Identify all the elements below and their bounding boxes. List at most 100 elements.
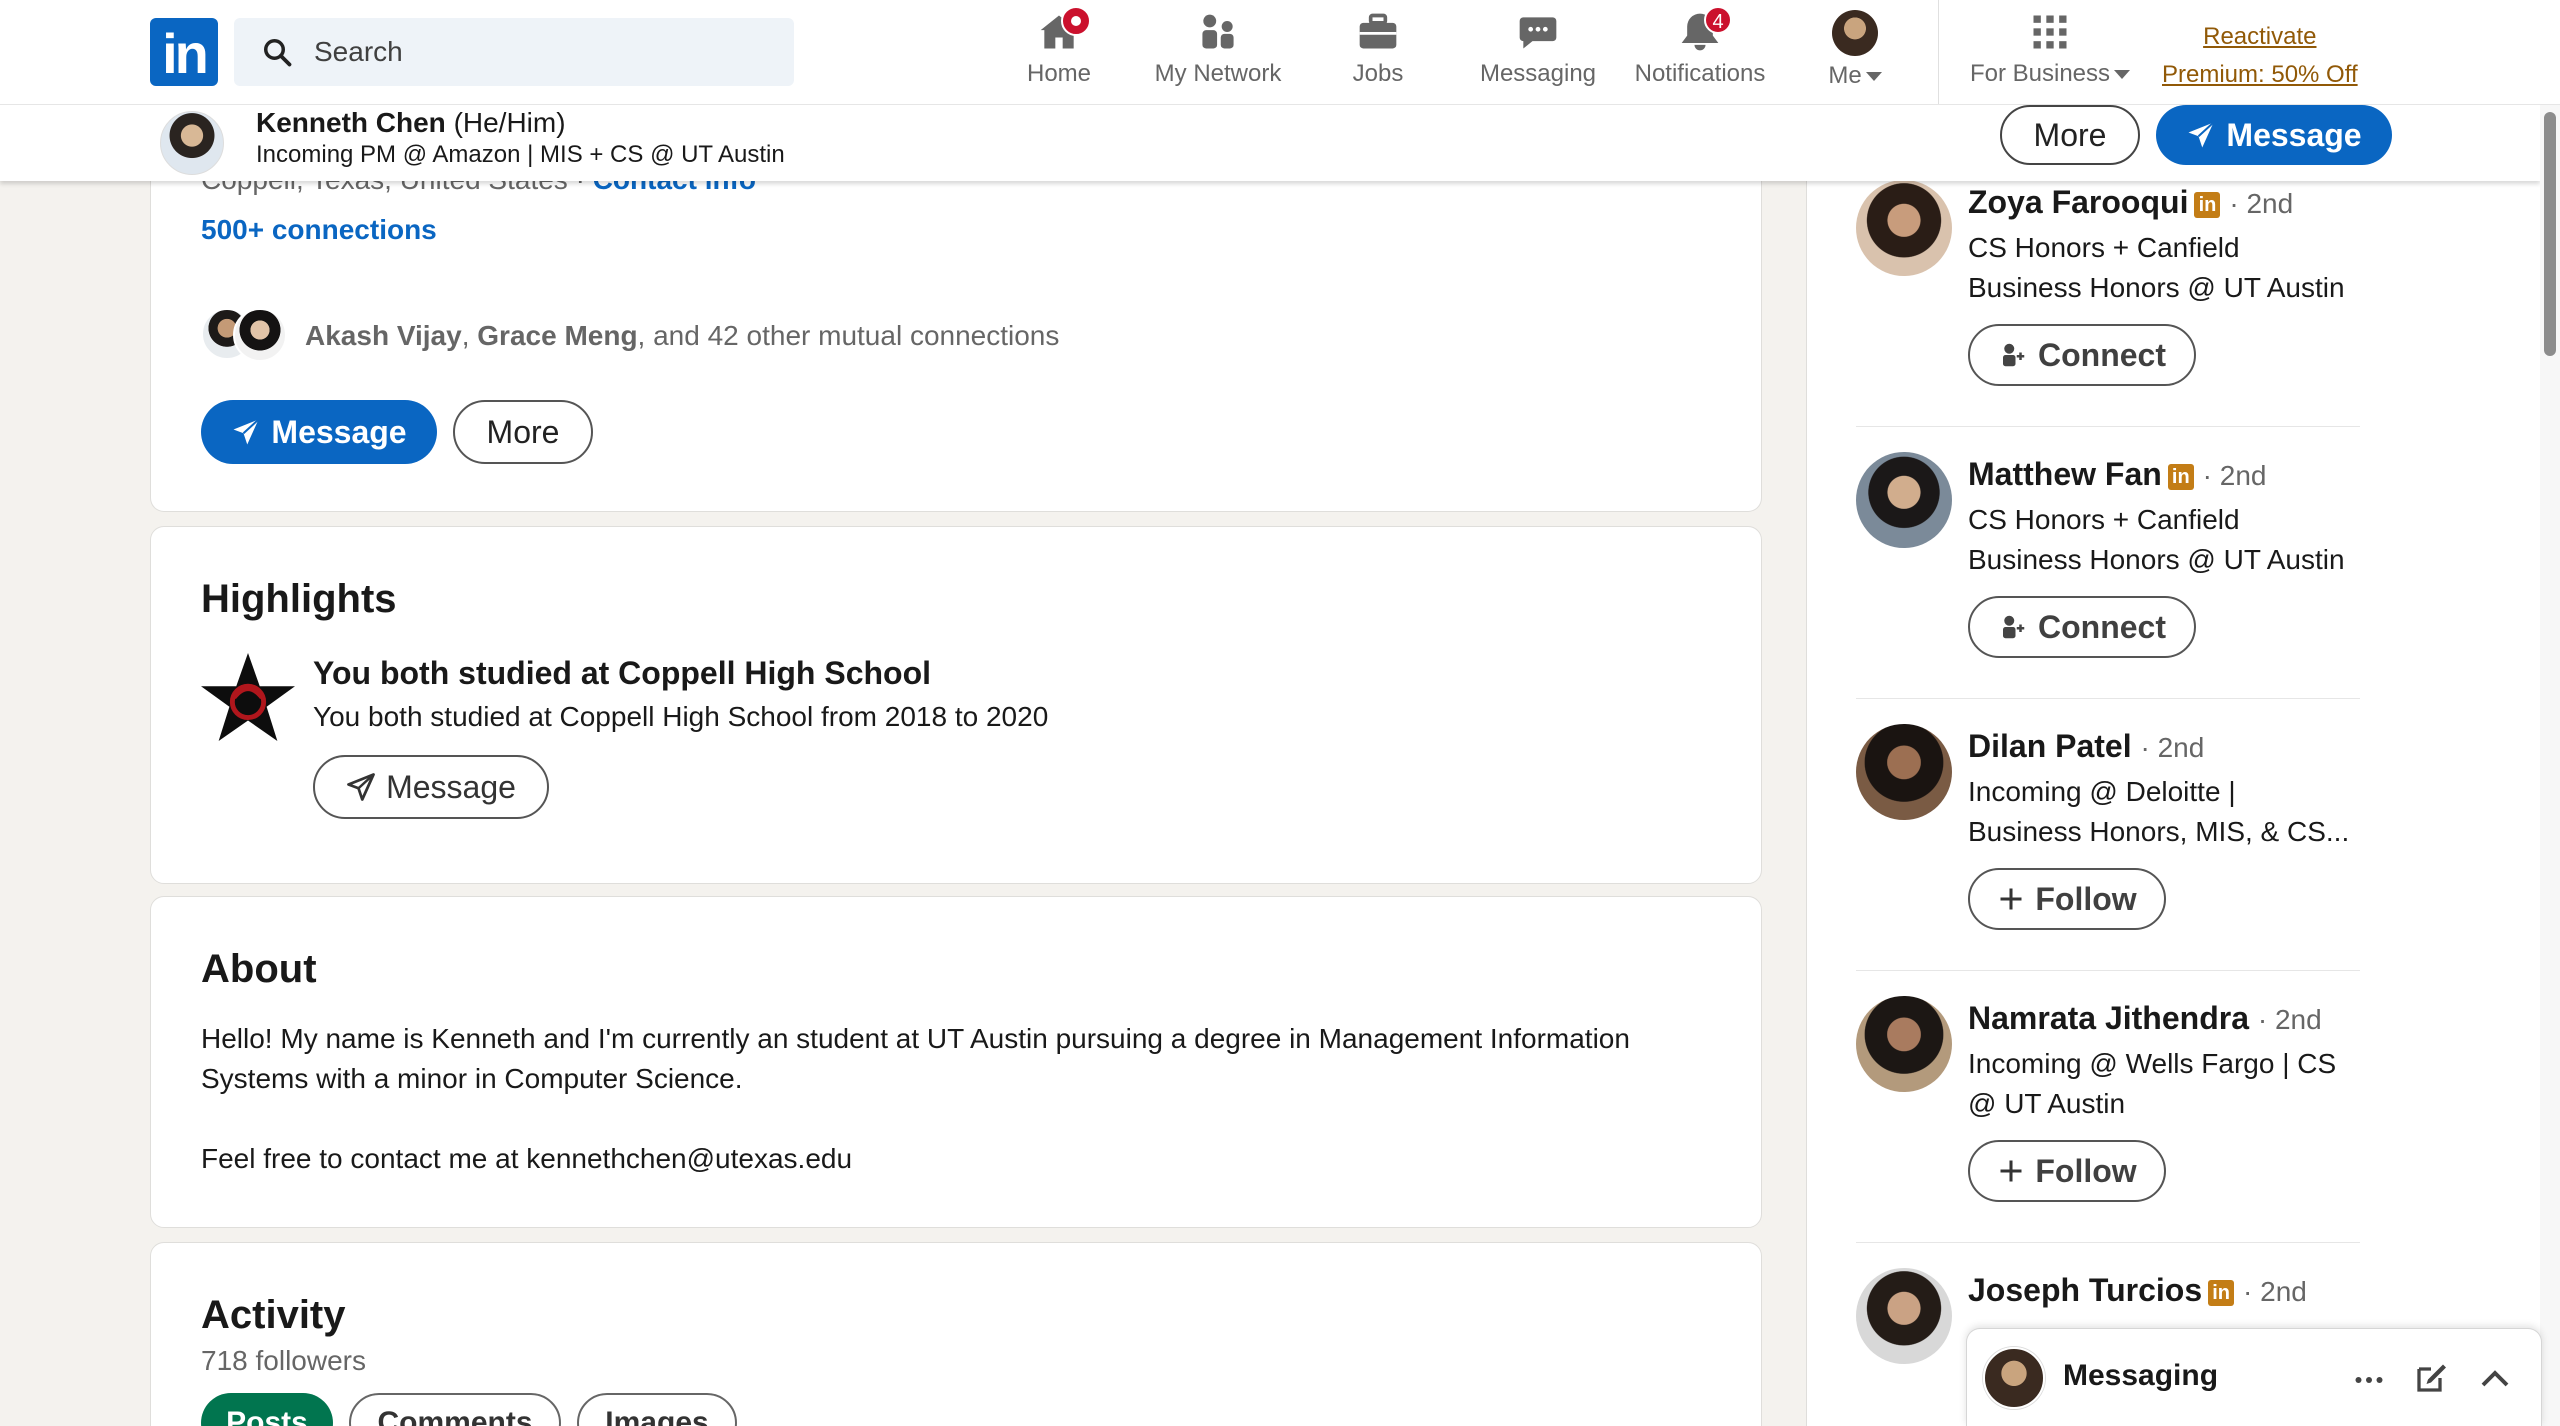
sticky-message-button[interactable]: Message	[2156, 105, 2392, 165]
suggestion-name-1[interactable]: Zoya Farooqui in · 2nd	[1968, 184, 2293, 221]
about-text-line-1: Hello! My name is Kenneth and I'm curren…	[201, 1023, 1630, 1054]
add-person-icon	[2003, 615, 2025, 639]
premium-icon: in	[2194, 192, 2221, 218]
nav-me-label: Me	[1820, 62, 1890, 90]
tab-images[interactable]: Images	[577, 1393, 737, 1426]
linkedin-logo[interactable]: in	[150, 18, 218, 86]
nav-notifications[interactable]: 4 Notifications	[1626, 6, 1774, 96]
suggestion-name-2-text: Matthew Fan	[1968, 456, 2162, 492]
search-placeholder: Search	[314, 36, 403, 67]
connections-link[interactable]: 500+ connections	[201, 214, 437, 246]
suggestion-avatar-1[interactable]	[1856, 180, 1952, 276]
nav-home[interactable]: Home	[1018, 6, 1100, 96]
sticky-more-button[interactable]: More	[2000, 105, 2140, 165]
rail-divider	[1856, 698, 2360, 699]
suggestion-name-3[interactable]: Dilan Patel · 2nd	[1968, 728, 2204, 765]
suggestion-degree-4: · 2nd	[2257, 1004, 2322, 1035]
more-button[interactable]: More	[453, 400, 593, 464]
suggestion-desc-3-line-2: Business Honors, MIS, & CS...	[1968, 816, 2350, 847]
compose-icon[interactable]	[2413, 1360, 2449, 1396]
highlights-card: Highlights You both studied at Coppell H…	[150, 526, 1762, 884]
connect-button-2[interactable]: Connect	[1968, 596, 2196, 658]
mutual-connections-text[interactable]: Akash Vijay, Grace Meng, and 42 other mu…	[305, 320, 1059, 352]
send-icon	[2188, 121, 2215, 148]
send-icon	[347, 773, 375, 801]
suggestion-name-4-text: Namrata Jithendra	[1968, 1000, 2249, 1036]
connect-button-1[interactable]: Connect	[1968, 324, 2196, 386]
suggestion-degree-5: · 2nd	[2243, 1276, 2307, 1307]
plus-icon	[2000, 888, 2022, 910]
briefcase-icon	[1356, 10, 1400, 54]
tab-posts[interactable]: Posts	[201, 1393, 333, 1426]
message-button[interactable]: Message	[201, 400, 437, 464]
network-icon	[1196, 10, 1240, 54]
suggestion-avatar-5[interactable]	[1856, 1268, 1952, 1364]
chat-icon	[1516, 10, 1560, 54]
suggestion-desc-4: Incoming @ Wells Fargo | CS @ UT Austin	[1968, 1044, 2388, 1124]
nav-my-network[interactable]: My Network	[1148, 10, 1288, 96]
suggestion-degree-1: · 2nd	[2229, 188, 2294, 219]
suggestion-degree-3: · 2nd	[2140, 732, 2205, 763]
chevron-up-icon[interactable]	[2477, 1361, 2513, 1397]
connect-label-2: Connect	[2038, 608, 2166, 645]
premium-icon: in	[2167, 464, 2194, 490]
rail-divider	[1856, 970, 2360, 971]
suggestion-avatar-3[interactable]	[1856, 724, 1952, 820]
suggestion-name-3-text: Dilan Patel	[1968, 728, 2132, 764]
nav-messaging[interactable]: Messaging	[1476, 10, 1600, 96]
suggestion-name-5[interactable]: Joseph Turcios in · 2nd	[1968, 1272, 2307, 1309]
nav-me[interactable]: Me	[1820, 10, 1890, 96]
chevron-down-icon	[1865, 72, 1882, 82]
mutual-separator: ,	[461, 320, 470, 351]
messaging-dock[interactable]: Messaging	[1966, 1328, 2542, 1426]
messaging-avatar	[1983, 1347, 2045, 1409]
suggestion-desc-3: Incoming @ Deloitte | Business Honors, M…	[1968, 772, 2388, 852]
suggestion-name-2[interactable]: Matthew Fan in · 2nd	[1968, 456, 2267, 493]
premium-line-2: Premium: 50% Off	[2162, 61, 2358, 88]
about-title: About	[201, 947, 317, 991]
send-icon	[233, 418, 260, 445]
nav-for-business[interactable]: For Business	[1962, 10, 2138, 96]
home-notification-dot	[1061, 6, 1091, 36]
suggestion-desc-4-line-2: @ UT Austin	[1968, 1088, 2126, 1119]
search-input[interactable]: Search	[234, 18, 794, 86]
sticky-message-label: Message	[2226, 116, 2362, 153]
grid-icon	[2028, 10, 2072, 54]
sticky-name-text: Kenneth Chen	[256, 107, 446, 138]
more-options-icon[interactable]	[2351, 1362, 2387, 1398]
mutual-name-2: Grace Meng	[477, 320, 638, 351]
suggestion-desc-4-line-1: Incoming @ Wells Fargo | CS	[1968, 1048, 2337, 1079]
activity-title: Activity	[201, 1293, 346, 1337]
activity-card: Activity 718 followers Posts Comments Im…	[150, 1242, 1762, 1426]
premium-icon: in	[2208, 1280, 2235, 1306]
follow-button-3[interactable]: Follow	[1968, 868, 2166, 930]
suggestion-desc-3-line-1: Incoming @ Deloitte |	[1968, 776, 2236, 807]
suggestion-name-4[interactable]: Namrata Jithendra · 2nd	[1968, 1000, 2322, 1037]
highlight-item-title: You both studied at Coppell High School	[313, 655, 932, 691]
suggestion-desc-2: CS Honors + Canfield Business Honors @ U…	[1968, 500, 2388, 580]
plus-icon	[2000, 1160, 2022, 1182]
me-avatar	[1832, 10, 1878, 56]
highlight-message-button[interactable]: Message	[313, 755, 549, 819]
message-label: Message	[271, 413, 407, 450]
nav-my-network-label: My Network	[1154, 60, 1282, 87]
school-star-logo	[201, 652, 295, 742]
reactivate-premium-link[interactable]: Reactivate Premium: 50% Off	[2162, 18, 2358, 94]
suggestion-avatar-2[interactable]	[1856, 452, 1952, 548]
suggestion-avatar-4[interactable]	[1856, 996, 1952, 1092]
sticky-more-label: More	[2033, 116, 2107, 153]
sticky-profile-name: Kenneth Chen (He/Him)	[256, 107, 566, 139]
mutual-avatars[interactable]	[201, 306, 287, 362]
nav-jobs[interactable]: Jobs	[1338, 10, 1418, 96]
tab-comments[interactable]: Comments	[349, 1393, 561, 1426]
suggestion-degree-2: · 2nd	[2202, 460, 2267, 491]
suggestion-name-1-text: Zoya Farooqui	[1968, 184, 2189, 220]
about-card: About Hello! My name is Kenneth and I'm …	[150, 896, 1762, 1228]
follow-button-4[interactable]: Follow	[1968, 1140, 2166, 1202]
suggestion-name-5-text: Joseph Turcios	[1968, 1272, 2203, 1308]
scrollbar-thumb[interactable]	[2544, 112, 2556, 356]
about-text-line-2: Systems with a minor in Computer Science…	[201, 1063, 743, 1094]
nav-messaging-label: Messaging	[1479, 60, 1597, 87]
activity-followers: 718 followers	[201, 1345, 366, 1376]
chevron-down-icon	[2114, 70, 2131, 80]
